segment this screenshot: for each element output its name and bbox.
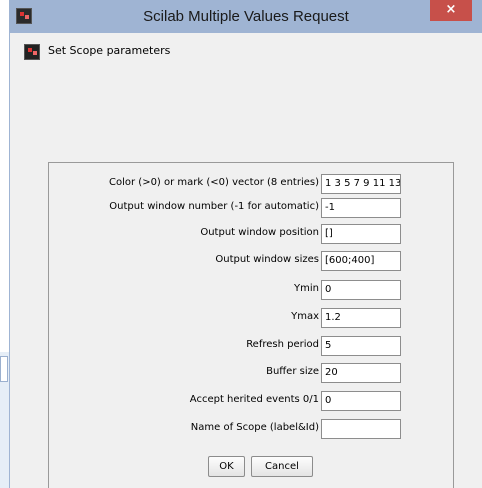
dialog-window: Scilab Multiple Values Request × Set Sco… xyxy=(10,0,482,488)
scope-icon xyxy=(24,44,40,60)
field-label: Output window number (-1 for automatic) xyxy=(109,201,319,212)
window-number-input[interactable]: -1 xyxy=(321,198,401,218)
cancel-button[interactable]: Cancel xyxy=(251,456,313,477)
field-row-color-vector: Color (>0) or mark (<0) vector (8 entrie… xyxy=(49,174,455,194)
field-label: Output window sizes xyxy=(215,254,319,265)
field-label: Output window position xyxy=(200,227,319,238)
herited-events-input[interactable]: 0 xyxy=(321,391,401,411)
field-label: Ymax xyxy=(291,311,319,322)
field-row-ymin: Ymin 0 xyxy=(49,280,455,300)
buffer-size-input[interactable]: 20 xyxy=(321,363,401,383)
dialog-heading: Set Scope parameters xyxy=(48,44,171,57)
field-label: Ymin xyxy=(294,283,319,294)
field-label: Accept herited events 0/1 xyxy=(189,394,319,405)
field-row-window-number: Output window number (-1 for automatic) … xyxy=(49,198,455,218)
field-row-herited-events: Accept herited events 0/1 0 xyxy=(49,391,455,411)
background-window-edge xyxy=(0,352,10,488)
ymax-input[interactable]: 1.2 xyxy=(321,308,401,328)
title-bar[interactable]: Scilab Multiple Values Request × xyxy=(10,0,482,33)
field-row-ymax: Ymax 1.2 xyxy=(49,308,455,328)
field-label: Name of Scope (label&Id) xyxy=(190,422,319,433)
window-title: Scilab Multiple Values Request xyxy=(143,8,349,25)
refresh-period-input[interactable]: 5 xyxy=(321,336,401,356)
field-label: Color (>0) or mark (<0) vector (8 entrie… xyxy=(109,177,319,188)
parameters-form: Color (>0) or mark (<0) vector (8 entrie… xyxy=(48,162,454,488)
field-label: Refresh period xyxy=(246,339,319,350)
field-row-refresh-period: Refresh period 5 xyxy=(49,336,455,356)
field-row-scope-name: Name of Scope (label&Id) xyxy=(49,419,455,439)
field-row-window-position: Output window position [] xyxy=(49,224,455,244)
window-sizes-input[interactable]: [600;400] xyxy=(321,251,401,271)
field-row-window-sizes: Output window sizes [600;400] xyxy=(49,251,455,271)
color-vector-input[interactable]: 1 3 5 7 9 11 13 15 xyxy=(321,174,401,194)
ymin-input[interactable]: 0 xyxy=(321,280,401,300)
scope-name-input[interactable] xyxy=(321,419,401,439)
window-position-input[interactable]: [] xyxy=(321,224,401,244)
field-label: Buffer size xyxy=(266,366,319,377)
field-row-buffer-size: Buffer size 20 xyxy=(49,363,455,383)
ok-button[interactable]: OK xyxy=(208,456,245,477)
close-button[interactable]: × xyxy=(430,0,472,21)
